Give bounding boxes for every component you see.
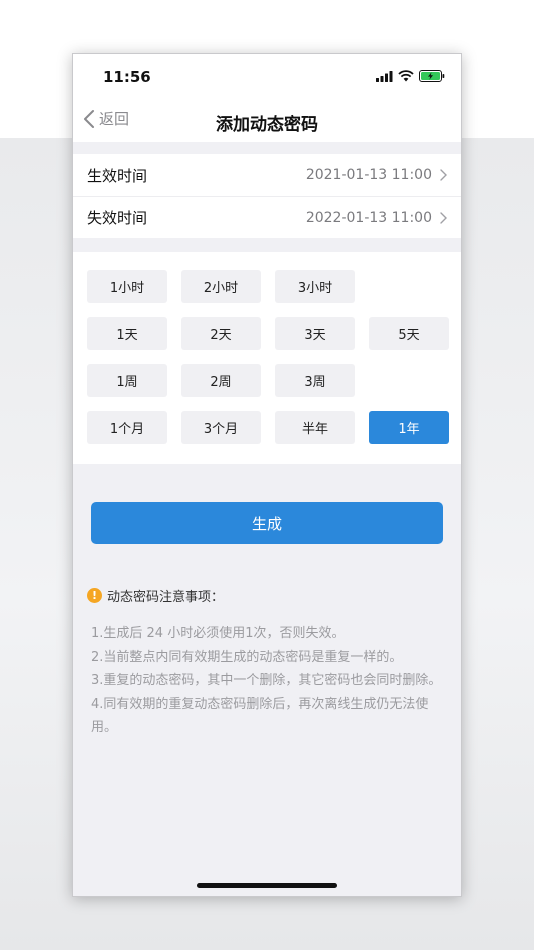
notice-item: 1.生成后 24 小时必须使用1次，否则失效。 (91, 626, 345, 641)
warning-icon: ! (87, 588, 102, 603)
expiry-time-label: 失效时间 (87, 209, 148, 227)
generate-button[interactable]: 生成 (91, 502, 443, 544)
status-time: 11:56 (103, 68, 151, 86)
home-indicator[interactable] (197, 883, 337, 888)
notice-item: 3.重复的动态密码，其中一个删除，其它密码也会同时删除。 (91, 673, 442, 688)
chevron-right-icon (440, 169, 447, 181)
notice-item: 2.当前整点内同有效期生成的动态密码是重复一样的。 (91, 649, 403, 665)
duration-1-day[interactable]: 1天 (87, 317, 167, 350)
duration-3-months[interactable]: 3个月 (181, 411, 261, 444)
grid-spacer (369, 364, 449, 397)
expiry-time-row[interactable]: 失效时间 2022-01-13 11:00 (73, 196, 461, 238)
duration-5-days[interactable]: 5天 (369, 317, 449, 350)
duration-2-days[interactable]: 2天 (181, 317, 261, 350)
notice-item: 4.同有效期的重复动态密码删除后，再次离线生成仍无法使用。 (91, 696, 429, 736)
time-settings: 生效时间 2021-01-13 11:00 失效时间 2022-01-13 11… (73, 154, 461, 238)
effective-time-label: 生效时间 (87, 166, 148, 185)
effective-time-value: 2021-01-13 11:00 (305, 167, 432, 183)
duration-2-weeks[interactable]: 2周 (181, 364, 261, 397)
duration-1-month[interactable]: 1个月 (87, 411, 167, 444)
duration-2-hours[interactable]: 2小时 (181, 270, 261, 303)
nav-bar: 返回 添加动态密码 (73, 98, 461, 142)
signal-icon (376, 70, 393, 82)
grid-spacer (369, 270, 449, 303)
duration-3-hours[interactable]: 3小时 (275, 270, 355, 303)
duration-1-week[interactable]: 1周 (87, 364, 167, 397)
duration-3-days[interactable]: 3天 (275, 317, 355, 350)
duration-quick-select: 1小时 2小时 3小时 1天 2天 3天 5天 1周 2周 3周 1个月 3个月… (73, 252, 461, 464)
wifi-icon (398, 70, 414, 82)
expiry-time-value: 2022-01-13 11:00 (305, 209, 432, 226)
battery-icon (419, 70, 445, 82)
phone-screen: 11:56 返回 添加动态密码 生效时间 2021-01-13 11:00 失效… (72, 53, 462, 897)
duration-1-hour[interactable]: 1小时 (87, 270, 167, 303)
duration-1-year[interactable]: 1年 (369, 411, 449, 444)
notice-list: 1.生成后 24 小时必须使用1次，否则失效。 2.当前整点内同有效期生成的动态… (91, 622, 447, 740)
duration-3-weeks[interactable]: 3周 (275, 364, 355, 397)
effective-time-row[interactable]: 生效时间 2021-01-13 11:00 (73, 154, 461, 196)
page-title: 添加动态密码 (216, 115, 318, 135)
status-icons (376, 70, 445, 82)
chevron-right-icon (440, 211, 447, 224)
duration-half-year[interactable]: 半年 (275, 411, 355, 444)
notice-header: ! 动态密码注意事项： (87, 586, 224, 605)
status-bar: 11:56 (73, 54, 461, 98)
notice-title: 动态密码注意事项： (107, 590, 225, 605)
